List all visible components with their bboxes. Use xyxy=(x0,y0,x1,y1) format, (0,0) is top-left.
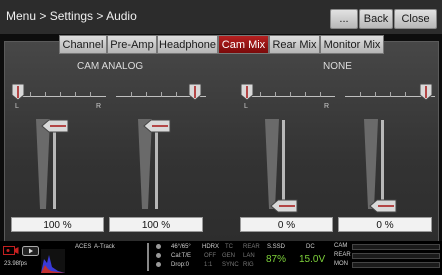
pan-tick xyxy=(305,92,306,97)
level-knob-1[interactable] xyxy=(41,119,69,133)
hdrx-value: OFF xyxy=(204,253,216,259)
tab-headphone[interactable]: Headphone xyxy=(157,35,218,54)
histogram-icon xyxy=(41,249,65,273)
media-percent: 87% xyxy=(266,254,287,265)
gen-label: GEN xyxy=(222,253,236,259)
pan-tick xyxy=(75,92,76,97)
level-rail-1[interactable] xyxy=(53,120,56,209)
pan-tick xyxy=(60,92,61,97)
tab-channel[interactable]: Channel xyxy=(59,35,107,54)
meter-cam-label: CAM xyxy=(334,243,348,249)
breadcrumb: Menu > Settings > Audio xyxy=(6,9,137,23)
level-knob-2[interactable] xyxy=(143,119,171,133)
group-label-cam-analog: CAM ANALOG xyxy=(77,61,144,72)
pan-right-label: R xyxy=(96,103,102,110)
level-rail-3[interactable] xyxy=(282,120,285,209)
pan-tick xyxy=(260,92,261,97)
fps-readout: 23.98fps xyxy=(4,261,28,267)
pan-track xyxy=(243,96,335,97)
sync-label: SYNC xyxy=(222,262,239,268)
indicator-dot xyxy=(156,244,161,249)
drop-readout: Drop:0 xyxy=(171,262,190,268)
cal-readout: Cal:T/E xyxy=(171,253,192,259)
level-knob-4[interactable] xyxy=(369,199,397,213)
level-value-3[interactable]: 0 % xyxy=(240,217,333,232)
level-ramp xyxy=(364,119,378,209)
level-rail-2[interactable] xyxy=(155,120,158,209)
level-knob-3[interactable] xyxy=(270,199,298,213)
tab-cam-mix[interactable]: Cam Mix xyxy=(218,35,269,54)
media-label: S.SSD xyxy=(267,244,286,250)
audio-track: A-Track xyxy=(94,244,115,250)
pan-tick xyxy=(30,92,31,97)
pan-tick xyxy=(320,92,321,97)
meter-rear xyxy=(352,253,440,259)
pan-tick xyxy=(176,92,177,97)
pan-tick xyxy=(146,92,147,97)
level-value-4[interactable]: 0 % xyxy=(338,217,432,232)
pan-tick xyxy=(375,92,376,97)
level-ramp xyxy=(265,119,279,209)
pan-left-label: L xyxy=(244,103,248,110)
color-pipeline: ACES xyxy=(75,244,92,250)
pan-left-label: L xyxy=(15,103,19,110)
tab-monitor-mix[interactable]: Monitor Mix xyxy=(320,35,384,54)
indicator-dot xyxy=(156,253,161,258)
back-button[interactable]: Back xyxy=(359,9,393,29)
rig-label: RIG xyxy=(243,262,254,268)
level-rail-4[interactable] xyxy=(381,120,384,209)
pan-tick xyxy=(45,92,46,97)
tc-label: TC xyxy=(225,244,233,250)
pan-knob[interactable] xyxy=(188,83,202,101)
meter-mon xyxy=(352,262,440,268)
lan-label: LAN xyxy=(243,253,255,259)
close-button[interactable]: Close xyxy=(394,9,437,29)
voltage-readout: 15.0V xyxy=(299,254,326,265)
pan-tick xyxy=(90,92,91,97)
pan-tick xyxy=(390,92,391,97)
pan-tick xyxy=(290,92,291,97)
level-value-2[interactable]: 100 % xyxy=(109,217,203,232)
status-bar: 23.98fps ACES A-Track 46°/65° Cal:T/E Dr… xyxy=(0,241,442,275)
tab-rear-mix[interactable]: Rear Mix xyxy=(269,35,320,54)
power-label: DC xyxy=(306,244,315,250)
hdrx-label: HDRX xyxy=(202,244,220,250)
pan-knob[interactable] xyxy=(240,83,254,101)
pan-knob[interactable] xyxy=(11,83,25,101)
tab-pre-amp[interactable]: Pre-Amp xyxy=(107,35,157,54)
level-value-1[interactable]: 100 % xyxy=(11,217,104,232)
meter-mon-label: MON xyxy=(334,261,348,267)
pan-tick xyxy=(360,92,361,97)
meter-rear-label: REAR xyxy=(334,252,351,258)
camera-icon xyxy=(3,246,19,255)
pan-tick xyxy=(161,92,162,97)
rear-label: REAR xyxy=(243,244,260,250)
pan-tick xyxy=(405,92,406,97)
pan-tick xyxy=(131,92,132,97)
pan-knob[interactable] xyxy=(419,83,433,101)
shutter-readout: 46°/65° xyxy=(171,244,191,250)
pan-tick xyxy=(275,92,276,97)
indicator-dot xyxy=(156,262,161,267)
pan-right-label: R xyxy=(324,103,330,110)
more-button[interactable]: ... xyxy=(330,9,358,29)
play-icon xyxy=(22,246,39,256)
divider xyxy=(147,243,149,271)
group-label-none: NONE xyxy=(323,61,352,72)
ratio-readout: 1:1 xyxy=(204,262,213,268)
meter-cam xyxy=(352,244,440,250)
